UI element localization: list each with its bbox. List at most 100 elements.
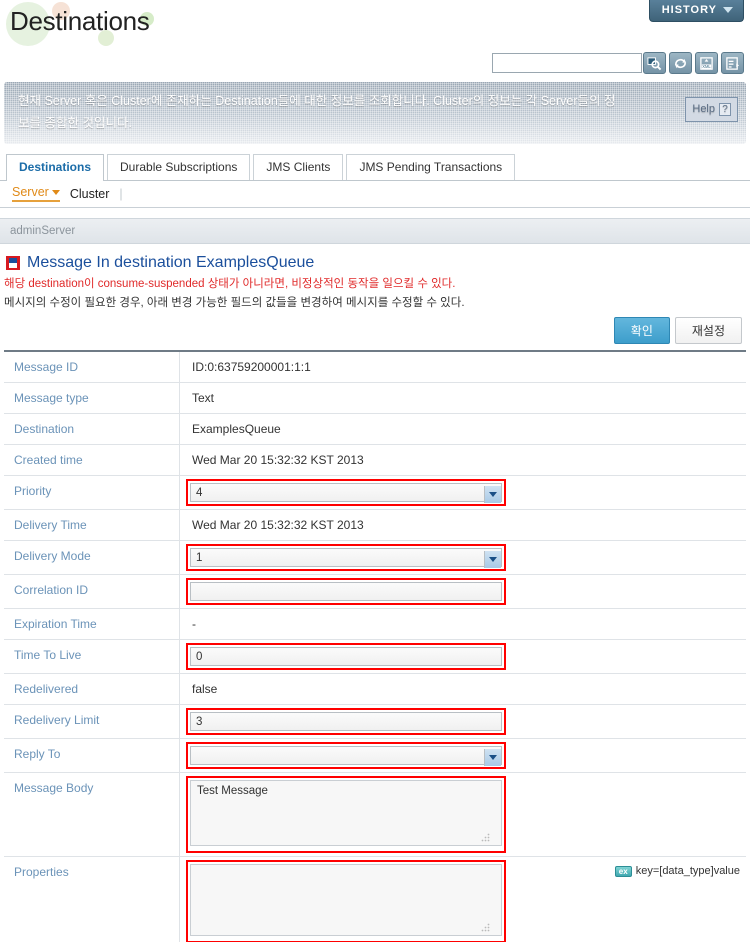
form-row: Redelivered false	[4, 674, 746, 706]
help-button-label: Help	[692, 103, 715, 115]
tab-durable-subscriptions[interactable]: Durable Subscriptions	[107, 153, 251, 180]
field-label-message-id: Message ID	[4, 352, 180, 383]
form-row: Redelivery Limit	[4, 705, 746, 740]
destinations-page: Destinations HISTORY XML 현재 Server 혹은 Cl…	[0, 0, 750, 942]
note-text: 메시지의 수정이 필요한 경우, 아래 변경 가능한 필드의 값들을 변경하여 …	[4, 296, 465, 309]
form-row: Reply To	[4, 739, 746, 774]
field-value-message-body: Test Message	[180, 773, 746, 856]
highlight-box-properties	[186, 860, 506, 942]
field-value-expiration-time: -	[180, 609, 746, 639]
field-label-expiration-time: Expiration Time	[4, 609, 180, 640]
form-row: Delivery Time Wed Mar 20 15:32:32 KST 201…	[4, 510, 746, 542]
select-wrapper-delivery-mode: 12	[190, 548, 502, 568]
subnav-item-cluster[interactable]: Cluster	[70, 187, 110, 201]
select-delivery-mode[interactable]: 12	[190, 548, 502, 568]
field-label-correlation-id: Correlation ID	[4, 575, 180, 609]
field-value-message-id: ID:0:63759200001:1:1	[180, 352, 746, 382]
title-bar: Destinations HISTORY	[0, 0, 750, 50]
input-redelivery-limit[interactable]	[190, 712, 502, 732]
search-icon[interactable]	[643, 52, 666, 74]
static-value-created-time: Wed Mar 20 15:32:32 KST 2013	[192, 453, 364, 468]
toolbar-icon-group: XML	[643, 52, 744, 74]
field-value-delivery-mode: 12	[180, 541, 746, 574]
form-row: Message type Text	[4, 383, 746, 415]
field-label-created-time: Created time	[4, 445, 180, 476]
caret-down-icon	[51, 190, 60, 196]
field-value-redelivered: false	[180, 674, 746, 704]
chevron-down-icon	[723, 7, 733, 13]
question-mark-icon: ?	[719, 103, 731, 117]
field-value-priority: 0123456789	[180, 476, 746, 509]
highlight-box-correlation-id	[186, 578, 506, 606]
field-label-message-body: Message Body	[4, 773, 180, 857]
highlight-box-priority: 0123456789	[186, 479, 506, 507]
subnav-item-server[interactable]: Server	[12, 185, 60, 203]
field-label-delivery-time: Delivery Time	[4, 510, 180, 541]
static-value-message-id: ID:0:63759200001:1:1	[192, 360, 311, 375]
field-value-message-type: Text	[180, 383, 746, 413]
export-report-icon[interactable]	[721, 52, 744, 74]
textarea-properties[interactable]	[190, 864, 502, 937]
static-value-delivery-time: Wed Mar 20 15:32:32 KST 2013	[192, 518, 364, 533]
sub-navigation: Server Cluster |	[0, 181, 750, 208]
input-time-to-live[interactable]	[190, 647, 502, 667]
static-value-destination: ExamplesQueue	[192, 422, 281, 437]
field-value-destination: ExamplesQueue	[180, 414, 746, 444]
warning-text: 해당 destination이 consume-suspended 상태가 아니…	[4, 277, 456, 290]
field-label-time-to-live: Time To Live	[4, 640, 180, 674]
field-value-reply-to	[180, 739, 746, 772]
field-label-priority: Priority	[4, 476, 180, 510]
field-label-redelivered: Redelivered	[4, 674, 180, 705]
tab-jms-clients[interactable]: JMS Clients	[253, 153, 344, 180]
form-row: Time To Live	[4, 640, 746, 675]
field-value-delivery-time: Wed Mar 20 15:32:32 KST 2013	[180, 510, 746, 540]
subnav-separator: |	[119, 186, 123, 201]
field-value-properties: ex key=[data_type]value	[180, 857, 746, 942]
highlight-box-reply-to	[186, 742, 506, 770]
reset-button-top[interactable]: 재설정	[674, 317, 742, 345]
input-correlation-id[interactable]	[190, 582, 502, 602]
select-reply-to[interactable]	[190, 746, 502, 766]
form-row: Expiration Time -	[4, 609, 746, 641]
field-value-created-time: Wed Mar 20 15:32:32 KST 2013	[180, 445, 746, 475]
field-label-destination: Destination	[4, 414, 180, 445]
field-value-redelivery-limit	[180, 705, 746, 738]
description-banner: 현재 Server 혹은 Cluster에 존재하는 Destination들에…	[4, 82, 746, 144]
description-line-2: 보를 종합한 것입니다.	[18, 115, 132, 130]
highlight-box-time-to-live	[186, 643, 506, 671]
field-label-delivery-mode: Delivery Mode	[4, 541, 180, 575]
properties-hint: ex key=[data_type]value	[614, 865, 740, 878]
form-row: Properties ex key=[data_type]value	[4, 857, 746, 942]
search-input[interactable]	[492, 53, 642, 73]
field-label-properties: Properties	[4, 857, 180, 942]
server-name-strip: adminServer	[0, 217, 750, 244]
tab-destinations[interactable]: Destinations	[6, 153, 105, 181]
textarea-message-body[interactable]: Test Message	[190, 780, 502, 847]
message-title: Message In destination ExamplesQueue	[27, 253, 315, 271]
history-button-label: HISTORY	[661, 4, 717, 16]
search-toolbar: XML	[0, 50, 750, 78]
top-action-bar: 확인 재설정	[0, 312, 750, 350]
highlight-box-delivery-mode: 12	[186, 544, 506, 572]
subnav-server-label: Server	[12, 185, 49, 200]
page-title: Destinations	[10, 6, 150, 36]
form-row: Message Body Test Message	[4, 773, 746, 858]
message-detail-form: Message ID ID:0:63759200001:1:1 Message ty…	[4, 350, 746, 942]
field-label-message-type: Message type	[4, 383, 180, 414]
confirm-button-top[interactable]: 확인	[613, 317, 670, 345]
select-wrapper-reply-to	[190, 746, 502, 766]
form-row: Priority 0123456789	[4, 476, 746, 511]
static-value-message-type: Text	[192, 391, 215, 406]
refresh-icon[interactable]	[669, 52, 692, 74]
form-row: Delivery Mode 12	[4, 541, 746, 576]
select-priority[interactable]: 0123456789	[190, 483, 502, 503]
tab-jms-pending-transactions[interactable]: JMS Pending Transactions	[346, 153, 516, 180]
properties-hint-text: key=[data_type]value	[635, 865, 740, 878]
form-row: Correlation ID	[4, 575, 746, 610]
form-row: Created time Wed Mar 20 15:32:32 KST 2013	[4, 445, 746, 477]
help-button[interactable]: Help ?	[685, 97, 738, 123]
export-xml-icon[interactable]: XML	[695, 52, 718, 74]
history-button[interactable]: HISTORY	[648, 0, 744, 22]
description-line-1: 현재 Server 혹은 Cluster에 존재하는 Destination들에…	[18, 94, 616, 108]
static-value-redelivered: false	[192, 682, 218, 697]
